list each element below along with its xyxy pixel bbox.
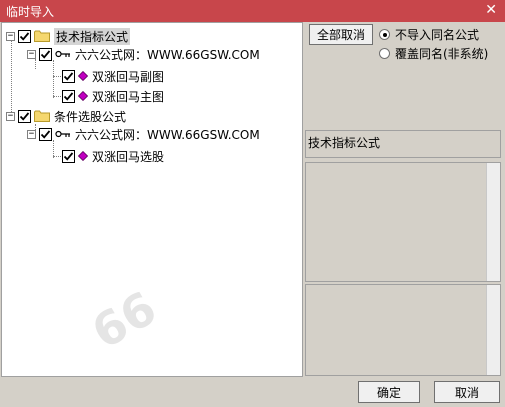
window-title: 临时导入 (6, 4, 55, 19)
radio-label: 不导入同名公式 (395, 28, 480, 42)
checkmark-icon (63, 151, 74, 161)
formula-diamond-icon (78, 71, 88, 81)
radio-label: 覆盖同名(非系统) (395, 47, 489, 61)
options-panel: 全部取消 不导入同名公式 覆盖同名(非系统) 技术指标公式 (305, 22, 505, 377)
collapse-toggle[interactable]: − (6, 31, 15, 41)
tree-node-formula[interactable]: 双涨回马副图 (62, 67, 164, 85)
checkbox-checked[interactable] (18, 29, 31, 43)
collapse-toggle[interactable]: − (27, 49, 36, 59)
checkmark-icon (63, 91, 74, 101)
radio-dot[interactable] (379, 48, 390, 59)
radio-dot-selected[interactable] (379, 29, 390, 40)
tree-node-label: 条件选股公式 (54, 109, 127, 124)
tree-node-label: 双涨回马主图 (92, 89, 165, 104)
checkbox-checked[interactable] (18, 109, 31, 123)
tree-node-label: 六六公式网：WWW.66GSW.COM (75, 47, 260, 62)
radio-skip-duplicates[interactable]: 不导入同名公式 (379, 26, 479, 43)
formula-type-box: 技术指标公式 (305, 130, 501, 158)
title-bar: 临时导入 ✕ (0, 0, 505, 22)
tree-node-source[interactable]: − 六六公式网：WWW.66GSW.COM (27, 45, 260, 63)
checkmark-icon (19, 111, 30, 121)
checkbox-checked[interactable] (62, 89, 75, 103)
close-icon[interactable]: ✕ (485, 2, 497, 18)
scrollbar[interactable] (486, 163, 500, 281)
tree-node-formula[interactable]: 双涨回马主图 (62, 87, 164, 105)
tree-node-label: 双涨回马选股 (92, 149, 165, 164)
tree-node-label: 技术指标公式 (54, 27, 131, 45)
checkmark-icon (40, 49, 51, 59)
checkmark-icon (40, 129, 51, 139)
tree-connector (11, 39, 12, 114)
checkmark-icon (19, 31, 30, 41)
checkbox-checked[interactable] (39, 127, 52, 141)
scrollbar[interactable] (486, 285, 500, 375)
checkbox-checked[interactable] (39, 47, 52, 61)
tree-node-formula[interactable]: 双涨回马选股 (62, 147, 164, 165)
parameter-box[interactable] (305, 284, 501, 376)
tree-node-group2[interactable]: − 条件选股公式 (6, 107, 126, 125)
checkbox-checked[interactable] (62, 69, 75, 83)
folder-icon (34, 110, 50, 122)
key-icon (55, 130, 70, 138)
key-icon (55, 50, 70, 58)
folder-icon (34, 30, 50, 42)
ok-button[interactable]: 确定 (358, 381, 420, 403)
checkbox-checked[interactable] (62, 149, 75, 163)
formula-tree[interactable]: − 技术指标公式 − 六六公式网：WWW.66GSW.COM 双涨回马副图 双涨… (1, 22, 303, 377)
cancel-button[interactable]: 取消 (434, 381, 500, 403)
radio-overwrite[interactable]: 覆盖同名(非系统) (379, 45, 488, 62)
formula-type-label: 技术指标公式 (308, 136, 381, 150)
formula-diamond-icon (78, 91, 88, 101)
description-box[interactable] (305, 162, 501, 282)
watermark-logo: 66 (82, 280, 166, 360)
tree-node-source[interactable]: − 六六公式网：WWW.66GSW.COM (27, 125, 260, 143)
collapse-toggle[interactable]: − (27, 129, 36, 139)
formula-diamond-icon (78, 151, 88, 161)
tree-node-group1[interactable]: − 技术指标公式 (6, 27, 131, 45)
checkmark-icon (63, 71, 74, 81)
tree-node-label: 六六公式网：WWW.66GSW.COM (75, 127, 260, 142)
tree-connector (53, 60, 54, 98)
collapse-toggle[interactable]: − (6, 111, 15, 121)
cancel-all-button[interactable]: 全部取消 (309, 24, 373, 45)
tree-node-label: 双涨回马副图 (92, 69, 165, 84)
